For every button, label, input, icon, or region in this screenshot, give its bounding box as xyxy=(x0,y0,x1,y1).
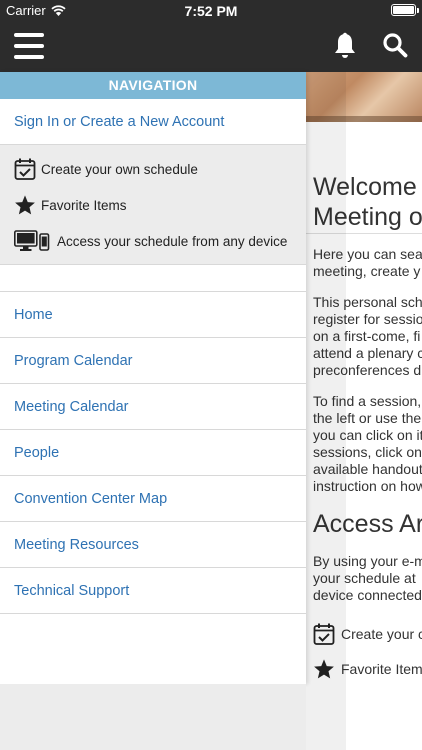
feature-label: Access your schedule from any device xyxy=(57,233,288,249)
menu-item-convention-center-map[interactable]: Convention Center Map xyxy=(0,476,306,522)
navigation-drawer: NAVIGATION Sign In or Create a New Accou… xyxy=(0,72,306,684)
sign-in-link[interactable]: Sign In or Create a New Account xyxy=(0,99,306,145)
status-time: 7:52 PM xyxy=(184,3,238,19)
star-icon xyxy=(314,659,334,679)
welcome-paragraph-1: Here you can sea meeting, create y xyxy=(313,246,422,279)
menu-item-meeting-resources[interactable]: Meeting Resources xyxy=(0,522,306,568)
search-icon[interactable] xyxy=(382,32,408,58)
access-heading: Access Ar xyxy=(313,510,422,538)
drawer-footer-area xyxy=(0,684,306,750)
menu-item-people[interactable]: People xyxy=(0,430,306,476)
hamburger-icon[interactable] xyxy=(14,33,44,59)
calendar-check-icon xyxy=(313,623,335,645)
main-feature-schedule: Create your c xyxy=(313,622,422,646)
feature-favorites: Favorite Items xyxy=(0,187,306,223)
welcome-title: Welcome Meeting o xyxy=(313,173,422,231)
feature-label: Favorite Items xyxy=(41,197,127,213)
devices-icon xyxy=(14,229,52,253)
status-bar: Carrier 7:52 PM xyxy=(0,0,422,20)
bell-icon[interactable] xyxy=(332,32,358,60)
main-content: Welcome Meeting o Here you can sea meetin… xyxy=(306,72,422,750)
menu-item-home[interactable]: Home xyxy=(0,292,306,338)
battery-icon xyxy=(391,4,419,16)
calendar-check-icon xyxy=(14,157,36,181)
app-bar xyxy=(0,20,422,72)
feature-label: Create your own schedule xyxy=(41,161,198,177)
menu-item-program-calendar[interactable]: Program Calendar xyxy=(0,338,306,384)
features-list: Create your own schedule Favorite Items xyxy=(0,145,306,265)
menu-separator xyxy=(0,265,306,292)
nav-header: NAVIGATION xyxy=(0,72,306,99)
welcome-paragraph-2: This personal sch register for sessio on a… xyxy=(313,294,422,378)
feature-any-device: Access your schedule from any device xyxy=(0,223,306,259)
feature-create-schedule: Create your own schedule xyxy=(0,151,306,187)
welcome-section: Welcome Meeting o Here you can sea meetin… xyxy=(313,172,422,680)
menu-item-meeting-calendar[interactable]: Meeting Calendar xyxy=(0,384,306,430)
hero-image xyxy=(306,72,422,122)
access-paragraph: By using your e-m your schedule at device … xyxy=(313,553,422,603)
main-feature-favorites: Favorite Item xyxy=(313,658,422,680)
welcome-paragraph-3: To find a session, the left or use the you… xyxy=(313,393,422,494)
star-icon xyxy=(14,193,36,217)
menu-item-technical-support[interactable]: Technical Support xyxy=(0,568,306,614)
